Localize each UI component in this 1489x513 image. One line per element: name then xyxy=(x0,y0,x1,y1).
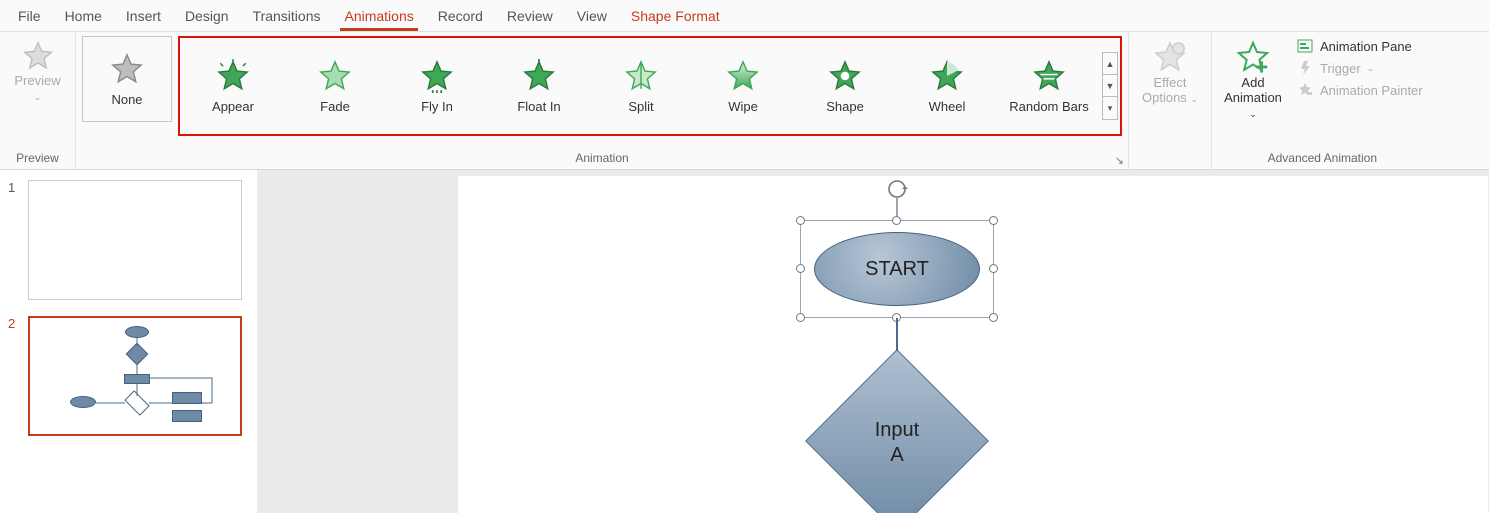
trigger-icon xyxy=(1296,60,1314,76)
group-label-advanced: Advanced Animation xyxy=(1218,149,1427,167)
input-text: InputA xyxy=(832,418,962,468)
animation-gallery: Appear Fade Fly In Float In xyxy=(178,36,1122,136)
wheel-label: Wheel xyxy=(929,99,966,114)
group-preview: Preview ⌄ Preview xyxy=(0,32,76,169)
randombars-label: Random Bars xyxy=(1009,99,1088,114)
animation-dialog-launcher[interactable]: ↘ xyxy=(1115,154,1124,167)
gallery-up-button[interactable]: ▲ xyxy=(1103,53,1117,75)
split-label: Split xyxy=(628,99,653,114)
preview-star-icon xyxy=(22,40,54,72)
chevron-down-icon: ⌄ xyxy=(1249,109,1257,119)
animation-wheel[interactable]: Wheel xyxy=(896,40,998,132)
slide-canvas-area: START InputA xyxy=(258,170,1489,513)
start-text: START xyxy=(865,258,929,281)
appear-star-icon xyxy=(216,59,250,93)
slide-canvas[interactable]: START InputA xyxy=(458,176,1488,513)
tab-animations[interactable]: Animations xyxy=(332,2,425,30)
chevron-down-icon: ⌄ xyxy=(1367,63,1375,74)
gallery-more-button[interactable]: ▾ xyxy=(1103,97,1117,119)
animation-fade[interactable]: Fade xyxy=(284,40,386,132)
trigger-label: Trigger xyxy=(1320,61,1361,76)
animation-painter-button: Animation Painter xyxy=(1292,80,1427,100)
animation-shape[interactable]: Shape xyxy=(794,40,896,132)
tab-shape-format[interactable]: Shape Format xyxy=(619,2,732,30)
animation-fly-in[interactable]: Fly In xyxy=(386,40,488,132)
appear-label: Appear xyxy=(212,99,254,114)
chevron-down-icon: ⌄ xyxy=(34,92,42,102)
group-label-animation: Animation xyxy=(82,149,1122,167)
effect-options-button: Effect Options ⌄ xyxy=(1135,36,1205,110)
group-advanced-animation: Add Animation ⌄ Animation Pane Trigger ⌄… xyxy=(1212,32,1433,169)
animation-appear[interactable]: Appear xyxy=(182,40,284,132)
animation-float-in[interactable]: Float In xyxy=(488,40,590,132)
effect-options-icon xyxy=(1153,40,1187,74)
group-effect-options: Effect Options ⌄ xyxy=(1129,32,1211,169)
preview-label: Preview xyxy=(14,73,60,88)
ribbon-tabs: File Home Insert Design Transitions Anim… xyxy=(0,0,1489,32)
chevron-down-icon: ⌄ xyxy=(1190,94,1198,104)
fade-label: Fade xyxy=(320,99,350,114)
animation-pane-button[interactable]: Animation Pane xyxy=(1292,36,1427,56)
none-label: None xyxy=(111,92,142,107)
animation-painter-label: Animation Painter xyxy=(1320,83,1423,98)
ribbon: Preview ⌄ Preview None Appear Fade xyxy=(0,32,1489,170)
animation-pane-icon xyxy=(1296,38,1314,54)
handle-e[interactable] xyxy=(989,264,998,273)
wipe-star-icon xyxy=(726,59,760,93)
tab-design[interactable]: Design xyxy=(173,2,241,30)
tab-review[interactable]: Review xyxy=(495,2,565,30)
handle-nw[interactable] xyxy=(796,216,805,225)
rotate-icon xyxy=(886,178,908,200)
wheel-star-icon xyxy=(930,59,964,93)
tab-view[interactable]: View xyxy=(565,2,619,30)
handle-se[interactable] xyxy=(989,313,998,322)
rotation-handle[interactable] xyxy=(886,178,908,200)
flyin-label: Fly In xyxy=(421,99,453,114)
handle-w[interactable] xyxy=(796,264,805,273)
handle-n[interactable] xyxy=(892,216,901,225)
slide-number-2: 2 xyxy=(8,316,22,436)
fade-star-icon xyxy=(318,59,352,93)
group-label-preview: Preview xyxy=(6,149,69,167)
animation-random-bars[interactable]: Random Bars xyxy=(998,40,1100,132)
slide-thumbnail-1[interactable] xyxy=(28,180,242,300)
slide-thumbnail-2[interactable] xyxy=(28,316,242,436)
tab-home[interactable]: Home xyxy=(53,2,114,30)
animation-none[interactable]: None xyxy=(82,36,172,122)
add-animation-button[interactable]: Add Animation ⌄ xyxy=(1218,36,1288,125)
floatin-star-icon xyxy=(522,59,556,93)
trigger-button: Trigger ⌄ xyxy=(1292,58,1427,78)
animation-split[interactable]: Split xyxy=(590,40,692,132)
split-star-icon xyxy=(624,59,658,93)
slide-thumbnail-panel: 1 2 xyxy=(0,170,258,513)
animation-pane-label: Animation Pane xyxy=(1320,39,1412,54)
gallery-spinner: ▲ ▼ ▾ xyxy=(1102,52,1118,120)
preview-button[interactable]: Preview ⌄ xyxy=(6,36,69,108)
tab-transitions[interactable]: Transitions xyxy=(241,2,333,30)
effect-options-label: Effect Options xyxy=(1142,75,1187,105)
flyin-star-icon xyxy=(420,59,454,93)
tab-insert[interactable]: Insert xyxy=(114,2,173,30)
animation-wipe[interactable]: Wipe xyxy=(692,40,794,132)
add-animation-icon xyxy=(1236,40,1270,74)
wipe-label: Wipe xyxy=(728,99,758,114)
animation-painter-icon xyxy=(1296,82,1314,98)
gallery-down-button[interactable]: ▼ xyxy=(1103,75,1117,97)
thumb-connectors xyxy=(30,318,244,438)
shape-start-ellipse[interactable]: START xyxy=(814,232,980,306)
handle-ne[interactable] xyxy=(989,216,998,225)
floatin-label: Float In xyxy=(517,99,560,114)
main-area: 1 2 xyxy=(0,170,1489,513)
shape-label: Shape xyxy=(826,99,864,114)
randombars-star-icon xyxy=(1032,59,1066,93)
add-animation-label: Add Animation xyxy=(1224,75,1282,105)
none-star-icon xyxy=(110,52,144,86)
slide-number-1: 1 xyxy=(8,180,22,300)
handle-sw[interactable] xyxy=(796,313,805,322)
tab-file[interactable]: File xyxy=(6,2,53,30)
group-animation: None Appear Fade Fly In xyxy=(76,32,1129,169)
tab-record[interactable]: Record xyxy=(426,2,495,30)
shape-star-icon xyxy=(828,59,862,93)
